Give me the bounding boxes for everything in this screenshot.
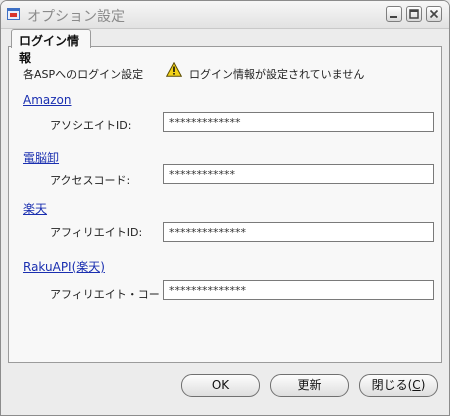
close-button[interactable]: 閉じる(C) (359, 374, 438, 397)
title-bar[interactable]: オプション設定 (1, 1, 449, 29)
rakuten-affiliate-id-field[interactable]: ************** (163, 222, 434, 242)
link-dennou-oroshi[interactable]: 電脳卸 (23, 149, 59, 166)
app-icon (7, 8, 20, 20)
tab-login-info[interactable]: ログイン情報 (11, 29, 91, 65)
asp-login-settings-label: 各ASPへのログイン設定 (23, 68, 144, 81)
link-rakuapi[interactable]: RakuAPI(楽天) (23, 258, 105, 275)
minimize-icon (390, 16, 397, 18)
associate-id-label: アソシエイトID: (50, 119, 132, 132)
close-window-button[interactable] (426, 6, 442, 22)
close-button-accelerator: C (412, 378, 421, 392)
close-icon (429, 9, 439, 19)
window-title: オプション設定 (27, 9, 125, 25)
access-code-field[interactable]: ************ (163, 164, 434, 184)
ok-button[interactable]: OK (181, 374, 260, 397)
affiliate-code-label: アフィリエイト・コード: (50, 288, 175, 301)
close-button-label: 閉じる( (371, 378, 413, 392)
amazon-associate-id-field[interactable]: ************* (163, 112, 434, 132)
rakuapi-affiliate-code-field[interactable]: ************** (163, 280, 434, 300)
login-panel (8, 46, 442, 363)
maximize-icon (409, 9, 419, 19)
affiliate-id-label: アフィリエイトID: (50, 226, 143, 239)
maximize-button[interactable] (406, 6, 422, 22)
update-button[interactable]: 更新 (270, 374, 349, 397)
access-code-label: アクセスコード: (50, 174, 131, 187)
warning-icon (166, 62, 182, 77)
minimize-button[interactable] (386, 6, 402, 22)
close-button-suffix: ) (420, 378, 426, 392)
link-rakuten[interactable]: 楽天 (23, 200, 47, 217)
options-window: オプション設定 ログイン情報 各ASPへのログイン設定 ログイン情報が設定されて… (0, 0, 450, 416)
warning-message: ログイン情報が設定されていません (189, 68, 365, 81)
link-amazon[interactable]: Amazon (23, 93, 72, 107)
